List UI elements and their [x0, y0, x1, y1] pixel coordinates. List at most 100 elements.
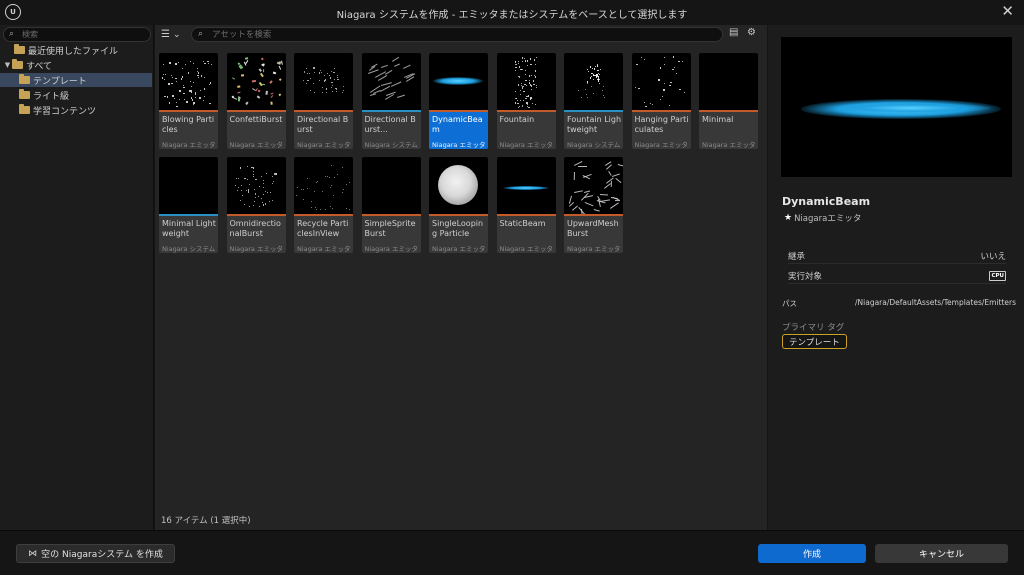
- asset-type-bar: [429, 110, 488, 112]
- asset-tile[interactable]: ConfettiBurst Niagara エミッタ: [226, 53, 286, 149]
- particle-dot: [197, 76, 200, 79]
- particle-dot: [601, 89, 603, 91]
- particle-dot: [175, 77, 177, 80]
- particle-dot: [254, 189, 256, 191]
- title-bar: U Niagara システムを作成 - エミッタまたはシステムをベースとして選択…: [0, 0, 1024, 25]
- particle-dot: [515, 66, 517, 69]
- create-empty-system-button[interactable]: ⋈ 空の Niagaraシステム を作成: [16, 544, 175, 563]
- particle-dot: [326, 91, 328, 93]
- cancel-button[interactable]: キャンセル: [875, 544, 1008, 563]
- particle-dot: [594, 65, 597, 67]
- confetti-piece: [244, 101, 249, 106]
- asset-tile[interactable]: SingleLooping Particle Niagara エミッタ: [429, 157, 488, 253]
- particle-streak: [379, 85, 391, 92]
- settings-gear-icon[interactable]: ⚙: [747, 27, 756, 38]
- particle-dot: [306, 178, 308, 180]
- particle-dot: [168, 102, 170, 104]
- asset-type-bar: [564, 110, 623, 112]
- tree-search-input[interactable]: [22, 29, 148, 40]
- particle-dot: [523, 86, 525, 88]
- primary-tag-label: プライマリ タグ: [782, 323, 845, 333]
- particle-dot: [310, 201, 312, 203]
- asset-kind: Niagara エミッタ: [364, 245, 418, 253]
- particle-dot: [254, 194, 256, 196]
- asset-tile[interactable]: StaticBeam Niagara エミッタ: [496, 157, 556, 253]
- asset-kind: Niagara エミッタ: [634, 141, 688, 149]
- tree-search-box[interactable]: ⌕: [3, 27, 151, 42]
- asset-search-input[interactable]: [212, 29, 712, 40]
- asset-kind: Niagara エミッタ: [432, 141, 486, 149]
- asset-search-box[interactable]: ⌕: [191, 27, 723, 42]
- asset-tile[interactable]: Directional Burst Niagara エミッタ: [294, 53, 353, 149]
- asset-tile[interactable]: Hanging Particulates Niagara エミッタ: [631, 53, 691, 149]
- particle-dot: [644, 58, 646, 60]
- asset-tile[interactable]: DynamicBeam Niagara エミッタ: [429, 53, 488, 149]
- asset-tile[interactable]: Directional Burst... Niagara システム: [361, 53, 421, 149]
- particle-dot: [244, 203, 246, 205]
- asset-kind: Niagara エミッタ: [229, 245, 283, 253]
- filter-button[interactable]: ☰ ⌄: [161, 27, 187, 42]
- particle-dot: [585, 93, 587, 95]
- confetti-piece: [260, 57, 264, 61]
- particle-dot: [271, 183, 273, 185]
- particle-dot: [668, 104, 671, 106]
- particle-dot: [169, 62, 171, 64]
- particle-dot: [189, 90, 191, 92]
- folder-view-icon[interactable]: ▤: [729, 27, 738, 38]
- asset-type-bar: [631, 110, 691, 112]
- tree-item[interactable]: ▼ すべて: [0, 58, 152, 72]
- particle-dot: [241, 189, 243, 191]
- particle-dot: [311, 206, 313, 208]
- source-tree-panel: ⌕ 最近使用したファイル ▼ すべてテンプレートライト級学習コンテンツ: [0, 25, 154, 530]
- asset-tile[interactable]: Recycle ParticlesInView Niagara エミッタ: [294, 157, 353, 253]
- particle-dot: [175, 80, 178, 83]
- close-icon[interactable]: ✕: [1001, 2, 1014, 20]
- asset-kind: Niagara システム: [364, 141, 418, 149]
- primary-tag-chip[interactable]: テンプレート: [782, 334, 847, 349]
- particle-dot: [306, 72, 308, 74]
- asset-name: Minimal: [702, 115, 734, 124]
- folder-icon: [19, 89, 30, 99]
- confetti-piece: [241, 73, 245, 77]
- particle-dot: [535, 87, 537, 89]
- expand-arrow-icon[interactable]: ▼: [3, 61, 12, 69]
- tree-item[interactable]: 学習コンテンツ: [0, 103, 152, 117]
- tree-item[interactable]: テンプレート: [0, 73, 152, 87]
- asset-tile[interactable]: Minimal Niagara エミッタ: [699, 53, 758, 149]
- particle-dot: [251, 166, 253, 168]
- asset-tile[interactable]: OmnidirectionalBurst Niagara エミッタ: [226, 157, 286, 253]
- particle-dot: [305, 67, 307, 69]
- asset-tile[interactable]: Minimal Lightweight Niagara システム: [159, 157, 218, 253]
- cpu-icon: CPU: [989, 270, 1006, 281]
- particle-dot: [329, 77, 331, 79]
- tree-item[interactable]: ライト級: [0, 88, 152, 102]
- particle-streak: [583, 190, 591, 193]
- particle-dot: [328, 74, 331, 76]
- particle-dot: [189, 60, 192, 63]
- asset-tile[interactable]: SimpleSprite Burst Niagara エミッタ: [361, 157, 421, 253]
- asset-tile[interactable]: UpwardMesh Burst Niagara エミッタ: [564, 157, 623, 253]
- particle-dot: [664, 82, 666, 85]
- asset-tile[interactable]: Blowing Particles Niagara エミッタ: [159, 53, 218, 149]
- particle-dot: [592, 74, 595, 77]
- asset-tile[interactable]: Fountain Lightweight Niagara システム: [564, 53, 623, 149]
- asset-tile[interactable]: Fountain Niagara エミッタ: [496, 53, 556, 149]
- asset-thumbnail: [159, 157, 218, 214]
- asset-type-bar: [159, 214, 218, 216]
- asset-kind: Niagara エミッタ: [702, 141, 756, 149]
- tree-item[interactable]: 最近使用したファイル: [0, 43, 152, 57]
- create-button[interactable]: 作成: [758, 544, 866, 563]
- particle-dot: [526, 60, 529, 62]
- particle-dot: [330, 186, 332, 188]
- asset-thumbnail: [294, 157, 353, 214]
- confetti-piece: [258, 68, 262, 72]
- asset-name: Blowing Particles: [162, 115, 215, 134]
- particle-dot: [341, 192, 343, 194]
- particle-dot: [164, 73, 167, 76]
- particle-dot: [590, 77, 592, 79]
- particle-streak: [381, 64, 389, 69]
- particle-dot: [515, 90, 517, 92]
- particle-streak: [609, 202, 619, 209]
- path-value: /Niagara/DefaultAssets/Templates/Emitter…: [855, 298, 1016, 307]
- confetti-piece: [257, 89, 261, 93]
